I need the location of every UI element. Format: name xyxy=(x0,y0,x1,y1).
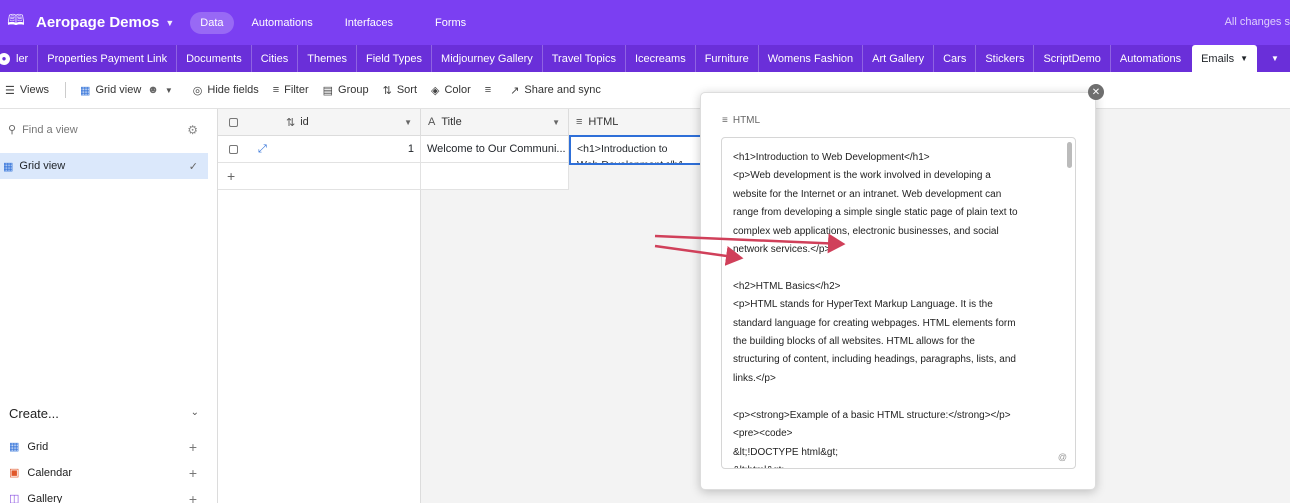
find-view-input[interactable] xyxy=(22,123,163,136)
expanded-cell-popup: ≡ HTML <h1>Introduction to Web Developme… xyxy=(700,92,1096,490)
grid-icon: ▦ xyxy=(3,160,14,173)
base-name[interactable]: Aeropage Demos xyxy=(36,14,159,31)
select-all-checkbox[interactable] xyxy=(229,117,238,127)
table-tab[interactable]: Midjourney Gallery xyxy=(431,45,542,72)
book-icon[interactable]: 🕮 xyxy=(5,12,27,34)
html-content[interactable]: <h1>Introduction to Web Development</h1>… xyxy=(733,149,1053,468)
create-grid-item[interactable]: ▦ Grid + xyxy=(9,439,197,455)
badge-icon: ● xyxy=(0,52,10,65)
table-tab[interactable]: ScriptDemo xyxy=(1033,45,1109,72)
table-cell-title[interactable]: Welcome to Our Communi... xyxy=(421,136,569,163)
nav-tab-data[interactable]: Data xyxy=(190,11,234,34)
collaborators-icon: ☻ xyxy=(147,84,159,96)
table-tabs-bar: ● ler Properties Payment Link Documents C… xyxy=(0,45,1290,72)
at-mention-icon[interactable]: @ xyxy=(1058,452,1067,462)
table-tab[interactable]: Themes xyxy=(297,45,356,72)
table-row[interactable]: ⤢ 1 xyxy=(218,136,421,163)
sidebar-item-grid-view[interactable]: ▦ Grid view ✓ xyxy=(0,153,208,179)
nav-tab-interfaces[interactable]: Interfaces xyxy=(335,12,403,34)
close-icon[interactable]: ✕ xyxy=(1088,84,1104,100)
text-icon: A xyxy=(428,116,436,128)
create-section-toggle[interactable]: Create... ⌄ xyxy=(9,406,199,421)
table-tab[interactable]: Cities xyxy=(250,45,298,72)
row-height-icon: ≡ xyxy=(484,84,492,96)
create-calendar-item[interactable]: ▣ Calendar + xyxy=(9,465,197,481)
gallery-icon: ◫ xyxy=(9,493,20,503)
chevron-down-icon[interactable]: ▼ xyxy=(1240,54,1248,63)
nav-tab-forms[interactable]: Forms xyxy=(425,12,476,34)
filter-icon: ≡ xyxy=(272,84,280,96)
nav-tab-automations[interactable]: Automations xyxy=(242,12,323,34)
find-view-row: ⚲ ⚙ xyxy=(8,123,198,137)
table-tab[interactable]: Stickers xyxy=(975,45,1033,72)
chevron-down-icon[interactable]: ▼ xyxy=(165,18,174,28)
html-textarea[interactable]: <h1>Introduction to Web Development</h1>… xyxy=(721,137,1076,469)
long-text-icon: ≡ xyxy=(576,116,583,128)
views-sidebar: ⚲ ⚙ ▦ Grid view ✓ Create... ⌄ ▦ Grid + ▣… xyxy=(0,109,218,503)
search-icon: ⚲ xyxy=(8,124,17,136)
create-gallery-item[interactable]: ◫ Gallery + xyxy=(9,491,197,503)
share-sync-button[interactable]: ↗ Share and sync xyxy=(510,84,601,97)
table-tab[interactable]: Icecreams xyxy=(624,45,695,72)
column-header-id[interactable]: ⇅ id ▼ xyxy=(218,109,421,136)
hide-fields-button[interactable]: ◎ Hide fields xyxy=(193,84,259,97)
calendar-icon: ▣ xyxy=(9,467,20,479)
chevron-down-icon[interactable]: ▼ xyxy=(552,118,560,127)
group-button[interactable]: ▤ Group xyxy=(323,84,369,97)
share-icon: ↗ xyxy=(510,84,520,97)
eye-off-icon: ◎ xyxy=(192,84,203,97)
divider xyxy=(65,82,67,98)
more-tables-chevron-icon[interactable]: ▼ xyxy=(1259,45,1290,72)
row-checkbox[interactable] xyxy=(229,144,238,154)
sort-icon: ⇅ xyxy=(382,84,392,97)
table-tab[interactable]: Field Types xyxy=(355,45,431,72)
sort-button[interactable]: ⇅ Sort xyxy=(383,84,417,97)
table-tab-emails[interactable]: Emails ▼ xyxy=(1192,45,1258,72)
table-tab[interactable]: Furniture xyxy=(694,45,758,72)
chevron-down-icon: ▼ xyxy=(164,85,173,95)
grid-left-pane xyxy=(218,136,421,503)
paint-bucket-icon: ◈ xyxy=(431,84,440,97)
scrollbar-thumb[interactable] xyxy=(1067,142,1072,168)
sort-number-icon: ⇅ xyxy=(286,116,296,129)
plus-icon[interactable]: + xyxy=(189,491,197,503)
popup-field-label: ≡ HTML xyxy=(722,115,761,126)
filter-button[interactable]: ≡ Filter xyxy=(273,84,309,96)
table-tab[interactable]: Properties Payment Link xyxy=(37,45,176,72)
chevron-down-icon: ⌄ xyxy=(190,407,199,418)
table-tab[interactable]: Automations xyxy=(1109,45,1190,72)
table-cell-html[interactable]: <h1>Introduction to Web Development</h1.… xyxy=(569,135,704,165)
empty-cell xyxy=(421,163,569,190)
column-header-title[interactable]: A Title ▼ xyxy=(421,109,569,136)
grid-icon: ▦ xyxy=(80,84,91,97)
grid-view-button[interactable]: ▦ Grid view ☻ ▼ xyxy=(80,84,173,97)
color-button[interactable]: ◈ Color xyxy=(431,84,471,97)
group-icon: ▤ xyxy=(322,84,334,97)
long-text-icon: ≡ xyxy=(722,115,728,126)
views-button[interactable]: ☰ Views xyxy=(5,84,49,97)
add-row-button[interactable]: + xyxy=(218,163,421,190)
expand-icon[interactable]: ⤢ xyxy=(258,143,267,156)
table-tab[interactable]: Cars xyxy=(933,45,975,72)
check-icon: ✓ xyxy=(188,160,198,173)
gear-icon[interactable]: ⚙ xyxy=(187,123,198,137)
top-bar: 🕮 Aeropage Demos ▼ Data Automations Inte… xyxy=(0,0,1290,45)
column-header-html[interactable]: ≡ HTML xyxy=(569,109,704,136)
plus-icon[interactable]: + xyxy=(189,465,197,481)
save-status: All changes s xyxy=(1224,16,1290,28)
table-tab[interactable]: Documents xyxy=(176,45,251,72)
table-tab[interactable]: Womens Fashion xyxy=(757,45,862,72)
table-tab[interactable]: Art Gallery xyxy=(862,45,933,72)
plus-icon[interactable]: + xyxy=(189,439,197,455)
table-tab[interactable]: ● ler xyxy=(0,45,37,72)
table-tab[interactable]: Travel Topics xyxy=(541,45,625,72)
grid-icon: ▦ xyxy=(9,441,20,453)
chevron-down-icon[interactable]: ▼ xyxy=(404,118,412,127)
row-height-button[interactable]: ≡ xyxy=(485,84,496,96)
hamburger-icon: ☰ xyxy=(5,84,15,97)
